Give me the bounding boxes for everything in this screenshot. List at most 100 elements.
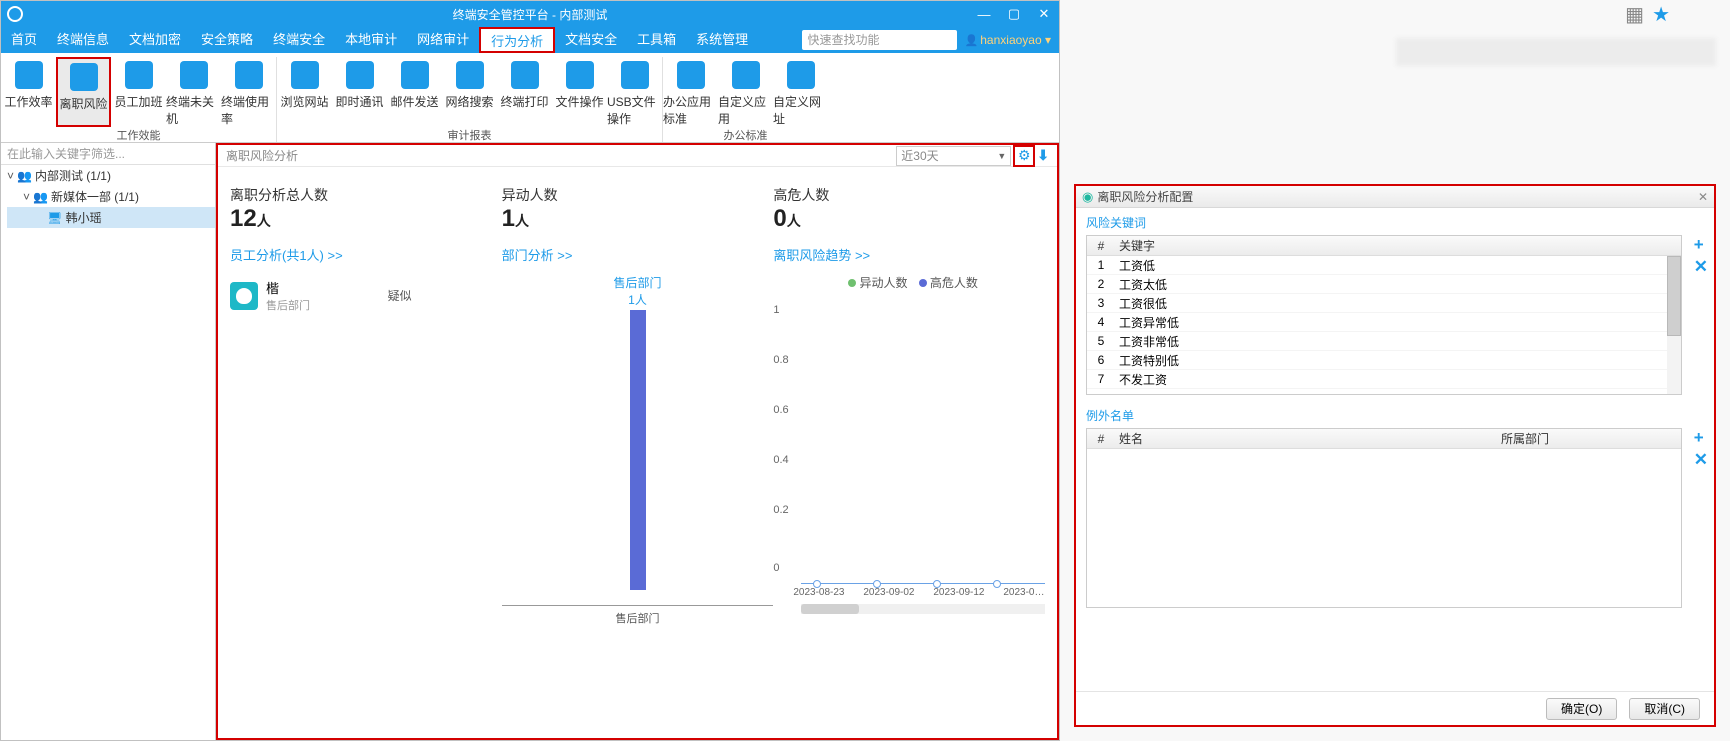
rbtn-mail[interactable]: 邮件发送 — [387, 57, 442, 127]
titlebar: 终端安全管控平台 - 内部测试 — ▢ ✕ — [1, 1, 1059, 27]
table-row[interactable]: 1工资低 — [1087, 256, 1681, 275]
stat-risk: 高危人数 0人 — [773, 185, 1045, 233]
tab-behavior-analysis[interactable]: 行为分析 — [479, 27, 555, 53]
dept-bar-chart: 售后部门1人 售后部门 — [502, 274, 774, 614]
rbtn-im[interactable]: 即时通讯 — [332, 57, 387, 127]
employee-row[interactable]: 楷 售后部门 疑似 — [230, 274, 502, 317]
table-row[interactable]: 6工资特别低 — [1087, 351, 1681, 370]
globe-icon — [291, 61, 319, 89]
table-row[interactable]: 5工资非常低 — [1087, 332, 1681, 351]
tab-system-manage[interactable]: 系统管理 — [686, 27, 758, 53]
rbtn-print[interactable]: 终端打印 — [497, 57, 552, 127]
trend-link[interactable]: 离职风险趋势 >> — [773, 245, 1045, 264]
redacted-content — [1396, 38, 1716, 66]
table-row[interactable]: 4工资异常低 — [1087, 313, 1681, 332]
rbtn-browse[interactable]: 浏览网站 — [277, 57, 332, 127]
tab-security-policy[interactable]: 安全策略 — [191, 27, 263, 53]
bar — [630, 310, 646, 590]
rbtn-office-std[interactable]: 办公应用标准 — [663, 57, 718, 127]
table-row[interactable]: 2工资太低 — [1087, 275, 1681, 294]
rbtn-overtime[interactable]: 员工加班 — [111, 57, 166, 127]
printer-icon — [511, 61, 539, 89]
exception-section-title: 例外名单 — [1086, 407, 1704, 424]
ribbon: 工作效率 离职风险 员工加班 终端未关机 终端使用率 工作效能 浏览网站 即时通… — [1, 53, 1059, 143]
tab-home[interactable]: 首页 — [1, 27, 47, 53]
org-tree: 在此输入关键字筛选... ˅👥内部测试 (1/1) ˅👥新媒体一部 (1/1) … — [1, 143, 216, 740]
tab-terminal-info[interactable]: 终端信息 — [47, 27, 119, 53]
rbtn-usage-rate[interactable]: 终端使用率 — [221, 57, 276, 127]
stat-total: 离职分析总人数 12人 — [230, 185, 502, 233]
tree-filter-input[interactable]: 在此输入关键字筛选... — [1, 143, 215, 165]
table-row[interactable]: 7不发工资 — [1087, 370, 1681, 389]
chart-scrollbar[interactable] — [801, 604, 1045, 614]
globe-gear-icon — [787, 61, 815, 89]
stat-change: 异动人数 1人 — [502, 185, 774, 233]
menubar: 首页 终端信息 文档加密 安全策略 终端安全 本地审计 网络审计 行为分析 文档… — [1, 27, 1059, 53]
search-globe-icon — [456, 61, 484, 89]
rbtn-file-op[interactable]: 文件操作 — [552, 57, 607, 127]
pie-icon — [235, 61, 263, 89]
remove-exception-button[interactable]: ✕ — [1694, 450, 1708, 470]
extension-icon[interactable]: ▦ — [1625, 2, 1644, 27]
maximize-button[interactable]: ▢ — [999, 1, 1029, 27]
person-icon — [70, 63, 98, 91]
remove-keyword-button[interactable]: ✕ — [1694, 257, 1708, 277]
tab-doc-security[interactable]: 文档安全 — [555, 27, 627, 53]
cancel-button[interactable]: 取消(C) — [1629, 698, 1700, 720]
tab-terminal-security[interactable]: 终端安全 — [263, 27, 335, 53]
table-row[interactable]: 3工资很低 — [1087, 294, 1681, 313]
keywords-section-title: 风险关键词 — [1086, 214, 1704, 231]
dept-analysis-link[interactable]: 部门分析 >> — [502, 245, 774, 264]
rbtn-search[interactable]: 网络搜索 — [442, 57, 497, 127]
close-button[interactable]: ✕ — [1029, 1, 1059, 27]
download-button[interactable]: ⬇ — [1037, 147, 1049, 164]
config-icon: ◉ — [1082, 189, 1093, 205]
usb-icon — [621, 61, 649, 89]
tab-toolbox[interactable]: 工具箱 — [627, 27, 686, 53]
group-label: 审计报表 — [277, 127, 662, 143]
mail-icon — [401, 61, 429, 89]
main-panel: 离职风险分析 近30天 ⚙ ⬇ 离职分析总人数 12人 异动人数 1人 高危人数… — [216, 143, 1059, 740]
dialog-close-button[interactable]: ✕ — [1698, 190, 1708, 204]
tab-local-audit[interactable]: 本地审计 — [335, 27, 407, 53]
add-exception-button[interactable]: + — [1694, 428, 1708, 448]
trend-chart: 异动人数 高危人数 1 0.8 0.6 0.4 0.2 0 — [773, 274, 1045, 634]
minimize-button[interactable]: — — [969, 1, 999, 27]
rbtn-custom-app[interactable]: 自定义应用 — [718, 57, 773, 127]
rbtn-work-efficiency[interactable]: 工作效率 — [1, 57, 56, 127]
app-logo-icon — [7, 6, 23, 22]
rbtn-custom-url[interactable]: 自定义网址 — [773, 57, 828, 127]
rbtn-usb[interactable]: USB文件操作 — [607, 57, 662, 127]
breadcrumb: 离职风险分析 — [226, 147, 298, 164]
tree-node-user[interactable]: 🖥 韩小瑶 — [7, 207, 215, 228]
secondary-window: ▦ ★ ◉ 离职风险分析配置 ✕ 风险关键词 # 关键字 1工资低 2工资太低 … — [1060, 0, 1730, 741]
dialog-title: 离职风险分析配置 — [1097, 188, 1193, 205]
config-dialog: ◉ 离职风险分析配置 ✕ 风险关键词 # 关键字 1工资低 2工资太低 3工资很… — [1074, 184, 1716, 727]
tree-node-dept[interactable]: ˅👥新媒体一部 (1/1) — [7, 186, 215, 207]
window-title: 终端安全管控平台 - 内部测试 — [453, 6, 608, 23]
legend-dot-icon — [848, 279, 856, 287]
add-keyword-button[interactable]: + — [1694, 235, 1708, 255]
date-range-select[interactable]: 近30天 — [896, 146, 1011, 166]
settings-button[interactable]: ⚙ — [1013, 145, 1035, 167]
status-tag: 疑似 — [388, 287, 412, 304]
rbtn-resign-risk[interactable]: 离职风险 — [56, 57, 111, 127]
tab-network-audit[interactable]: 网络审计 — [407, 27, 479, 53]
ok-button[interactable]: 确定(O) — [1546, 698, 1617, 720]
star-icon[interactable]: ★ — [1652, 2, 1670, 27]
legend-dot-icon — [919, 279, 927, 287]
exception-table: # 姓名 所属部门 — [1086, 428, 1682, 608]
person-search-icon — [677, 61, 705, 89]
employee-analysis-link[interactable]: 员工分析(共1人) >> — [230, 245, 502, 264]
user-menu[interactable]: hanxiaoyao ▾ — [965, 33, 1051, 47]
search-input[interactable]: 快速查找功能 — [802, 30, 957, 50]
rbtn-not-shutdown[interactable]: 终端未关机 — [166, 57, 221, 127]
tab-doc-encrypt[interactable]: 文档加密 — [119, 27, 191, 53]
monitor-icon — [180, 61, 208, 89]
compass-icon — [732, 61, 760, 89]
app-window: 终端安全管控平台 - 内部测试 — ▢ ✕ 首页 终端信息 文档加密 安全策略 … — [0, 0, 1060, 741]
table-scrollbar[interactable] — [1667, 256, 1681, 394]
file-icon — [566, 61, 594, 89]
tree-node-root[interactable]: ˅👥内部测试 (1/1) — [7, 165, 215, 186]
clock-person-icon — [125, 61, 153, 89]
